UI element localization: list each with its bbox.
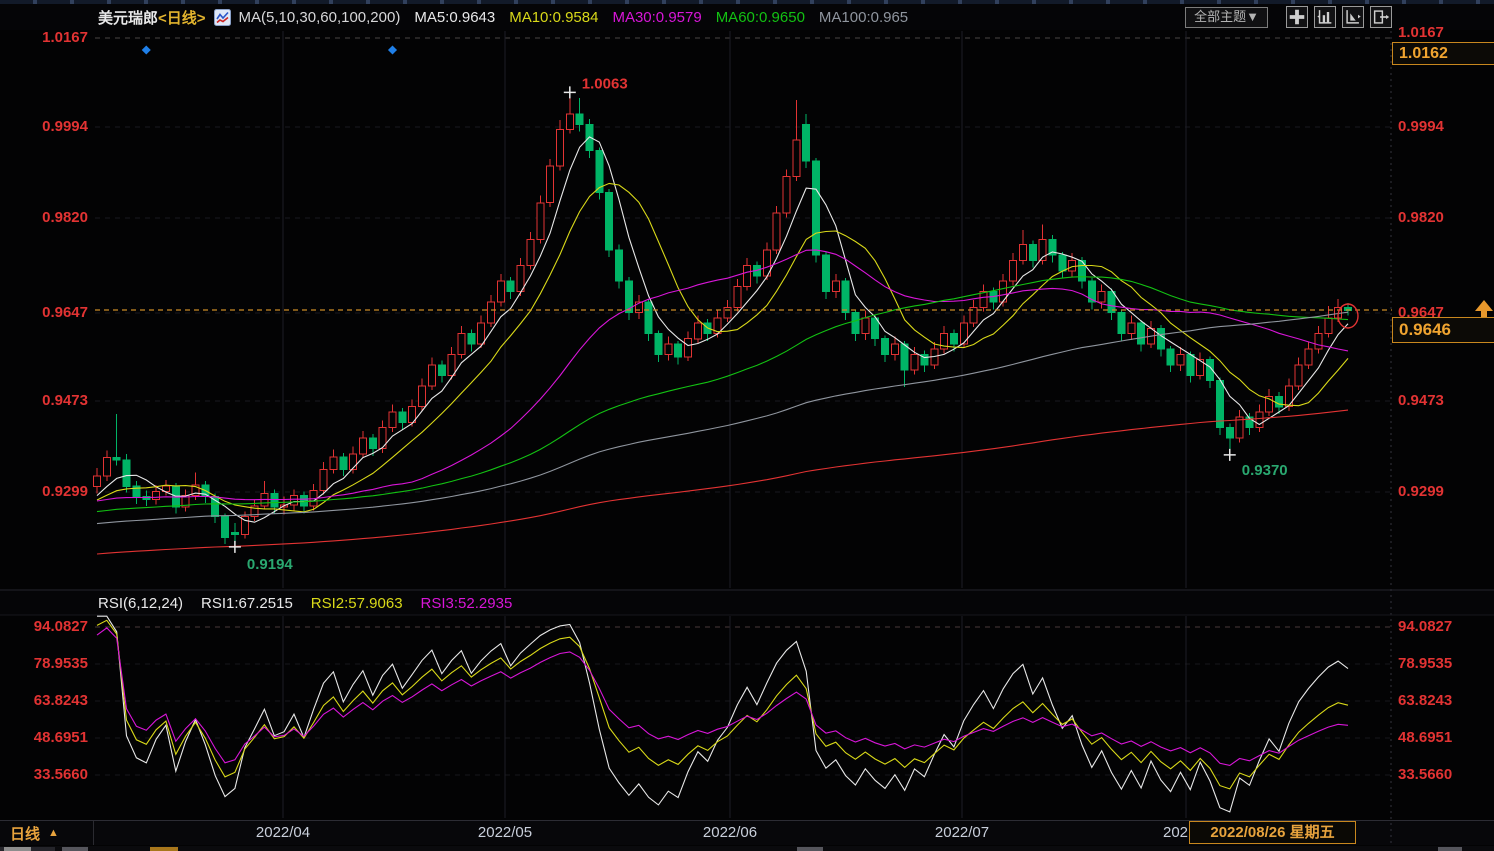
price-axis-label-right: 0.9473 [1398,393,1444,409]
price-axis-label-right: 33.5660 [1398,767,1452,783]
last-date-highlight: 2022/08/26 星期五 [1189,821,1356,844]
exit-pane-button[interactable] [1370,6,1392,28]
svg-text:0.9194: 0.9194 [247,556,294,573]
price-axis-label-right: 94.0827 [1398,619,1452,635]
month-label: 2022/06 [703,824,757,841]
rsi-legend-item: RSI3:52.2935 [421,595,513,612]
price-axis-label-right: 0.9299 [1398,484,1444,500]
price-axis-label-left: 94.0827 [0,619,88,635]
svg-text:1.0063: 1.0063 [582,75,628,92]
ma-legend-item: MA30:0.9579 [612,9,701,26]
price-axis-label-right: 78.9535 [1398,656,1452,672]
ma-legend-item: MA10:0.9584 [509,9,598,26]
clipped-tab-glyph [797,847,823,851]
ma-legend-item: MA60:0.9650 [716,9,805,26]
price-axis-label-left: 0.9994 [0,119,88,135]
ma-params-label: MA(5,10,30,60,100,200) [239,9,401,26]
rsi-legend-item: RSI2:57.9063 [311,595,403,612]
clipped-tab-glyph [4,847,31,851]
scale-right-axis-icon [1343,6,1363,28]
month-label: 2022/04 [256,824,310,841]
scale-left-axis-icon [1315,6,1335,28]
current-price-box: 0.9646 [1392,317,1494,343]
ma-legend-values: MA5:0.9643 MA10:0.9584 MA30:0.9579 MA60:0.9… [400,9,908,26]
price-axis-label-right: 48.6951 [1398,730,1452,746]
price-axis-label-right: 1.0167 [1398,25,1444,41]
price-axis-label-right: 0.9820 [1398,210,1444,226]
price-axis-label-left: 78.9535 [0,656,88,672]
clipped-bottom-tabs-strip [0,846,1494,851]
clipped-tab-glyph [1438,847,1462,851]
svg-text:0.9370: 0.9370 [1242,462,1288,479]
price-axis-label-left: 63.8243 [0,693,88,709]
exit-pane-icon [1371,6,1391,28]
period-high-marker-box: 1.0162 [1392,42,1494,65]
clipped-tab-glyph [62,847,88,851]
period-up-triangle-icon: ▲ [48,827,59,839]
partial-month-label: 202 [1163,824,1188,841]
scale-right-axis-button[interactable] [1342,6,1364,28]
rsi-legend-item: RSI1:67.2515 [201,595,293,612]
price-axis-label-left: 33.5660 [0,767,88,783]
price-axis-label-left: 48.6951 [0,730,88,746]
chart-toolbar-buttons [1280,6,1392,28]
main-chart-canvas[interactable]: 1.0063 0.9194 0.9370 [0,0,1494,851]
ma-legend-item: MA5:0.9643 [414,9,495,26]
month-label: 2022/07 [935,824,989,841]
price-axis-label-right: 63.8243 [1398,693,1452,709]
rsi-params-label: RSI(6,12,24) [98,595,183,612]
rsi-legend-values: RSI1:67.2515 RSI2:57.9063 RSI3:52.2935 [183,595,512,612]
instrument-title: 美元瑞郎 [98,7,158,28]
price-axis-label-right: 0.9994 [1398,119,1444,135]
move-crosshair-icon [1287,6,1307,28]
time-axis-bar: 日线 ▲ 2022/04 2022/05 2022/06 2022/07 202 20… [0,820,1494,845]
rsi-legend-bar: RSI(6,12,24) RSI1:67.2515RSI2:57.9063RSI… [0,591,1494,615]
trading-app-window: 美元瑞郎 <日线> MA(5,10,30,60,100,200) MA5:0.9… [0,0,1494,851]
move-crosshair-button[interactable] [1286,6,1308,28]
price-axis-label-left: 0.9820 [0,210,88,226]
period-selector[interactable]: 日线 ▲ [0,821,94,845]
period-selector-label: 日线 [10,823,40,844]
clipped-tab-glyph [150,847,178,851]
month-label: 2022/05 [478,824,532,841]
price-axis-label-left: 0.9473 [0,393,88,409]
scale-left-axis-button[interactable] [1314,6,1336,28]
price-axis-label-left: 1.0167 [0,30,88,46]
period-tag: <日线> [158,7,206,28]
price-axis-label-left: 0.9647 [0,305,88,321]
price-axis-label-left: 0.9299 [0,484,88,500]
ma-legend-item: MA100:0.965 [819,9,908,26]
instrument-chart-icon[interactable] [214,9,231,26]
theme-select-button[interactable]: 全部主题▼ [1185,7,1268,28]
chart-legend-bar: 美元瑞郎 <日线> MA(5,10,30,60,100,200) MA5:0.9… [0,4,1494,30]
